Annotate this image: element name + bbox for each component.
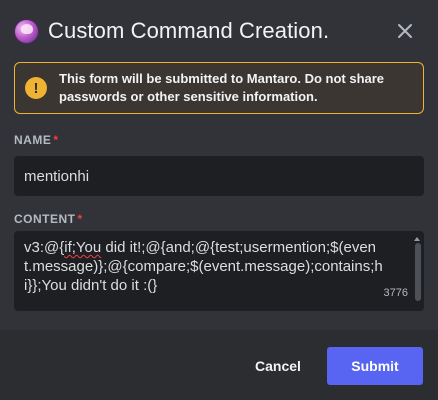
content-label: CONTENT * [14,212,83,226]
content-textarea-value: v3:@{if;You did it!;@{and;@{test;usermen… [24,239,383,294]
modal-header: Custom Command Creation. [14,14,424,48]
remaining-characters: 3776 [383,287,408,299]
name-input-value: mentionhi [24,167,90,185]
content-textarea[interactable]: v3:@{if;You did it!;@{and;@{test;usermen… [14,231,424,311]
close-button[interactable] [392,18,418,44]
custom-command-modal: Custom Command Creation. ! This form wil… [0,0,438,400]
warning-notice: ! This form will be submitted to Mantaro… [14,62,424,114]
notice-text: This form will be submitted to Mantaro. … [59,71,385,104]
name-label: NAME * [14,133,59,147]
name-input[interactable]: mentionhi [14,156,424,196]
bot-avatar [14,18,39,44]
cancel-button[interactable]: Cancel [249,347,307,385]
textarea-scrollbar[interactable] [415,243,421,301]
submit-button[interactable]: Submit [327,347,423,385]
warning-icon: ! [25,77,47,99]
scroll-up-arrow-icon[interactable] [414,237,420,241]
modal-title: Custom Command Creation. [48,18,330,43]
close-icon [398,24,412,38]
